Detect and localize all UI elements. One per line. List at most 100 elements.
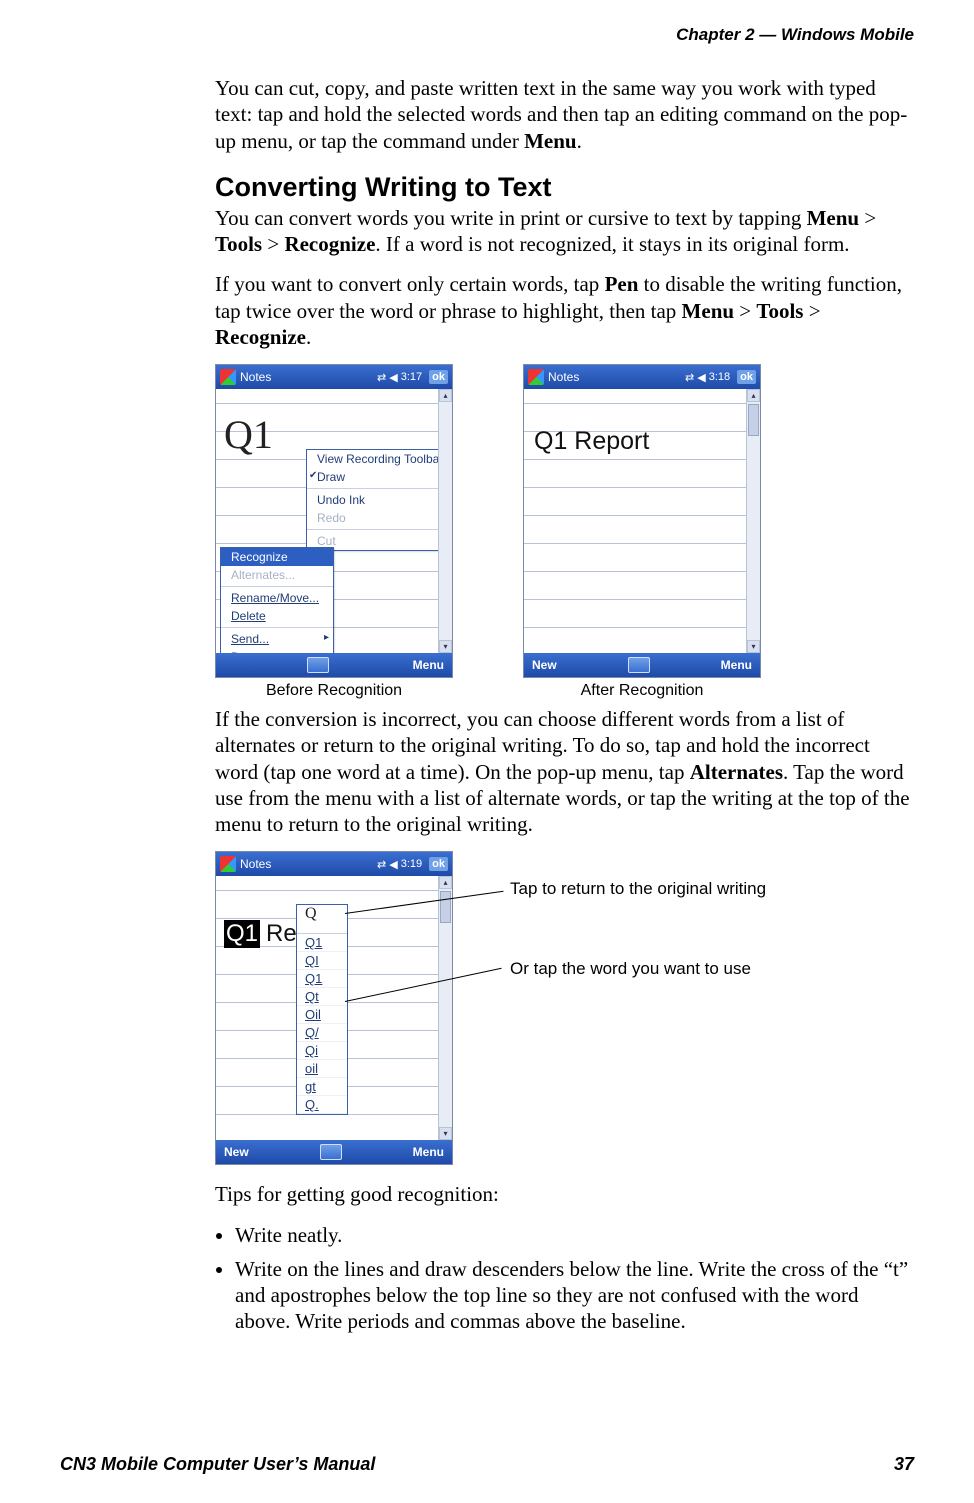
text: > [859, 206, 876, 230]
scrollbar[interactable]: ▴ ▾ [746, 389, 760, 653]
titlebar: Notes ⇄ ◀ 3:17 ok [216, 365, 452, 389]
label: Beam... [231, 650, 272, 653]
scroll-thumb[interactable] [440, 891, 451, 923]
scroll-up-icon[interactable]: ▴ [439, 389, 452, 402]
ok-button[interactable]: ok [429, 370, 448, 384]
bold: Recognize [284, 232, 375, 256]
new-button[interactable]: New [224, 1145, 249, 1159]
text: > [803, 299, 820, 323]
clock: 3:19 [401, 858, 422, 870]
menu-separator [221, 627, 333, 628]
label: Rename/Move... [231, 591, 319, 605]
figure-before: Notes ⇄ ◀ 3:17 ok Q1 [215, 364, 453, 700]
menu-item[interactable]: Beam... [221, 648, 333, 653]
menu-item-recognize[interactable]: Recognize [221, 548, 333, 566]
alt-item[interactable]: Oil [297, 1006, 347, 1024]
note-canvas[interactable]: Q1 Re Q Q1 QI Q1 Qt Oil Q/ Qi oil gt Q. [216, 876, 452, 1140]
keyboard-icon[interactable] [307, 657, 329, 673]
note-canvas[interactable]: Q1 View Recording Toolbar Draw Undo Ink … [216, 389, 452, 653]
scroll-up-icon[interactable]: ▴ [747, 389, 760, 402]
menu-item[interactable]: Draw [307, 468, 439, 486]
bold: Menu [682, 299, 735, 323]
ok-button[interactable]: ok [737, 370, 756, 384]
alt-item[interactable]: Q1 [297, 970, 347, 988]
speaker-icon: ◀ [697, 371, 705, 384]
alt-item[interactable]: QI [297, 952, 347, 970]
clock: 3:17 [401, 371, 422, 383]
menu-separator [221, 586, 333, 587]
text: You can convert words you write in print… [215, 206, 807, 230]
ok-button[interactable]: ok [429, 857, 448, 871]
scroll-down-icon[interactable]: ▾ [747, 640, 760, 653]
alt-item[interactable]: gt [297, 1078, 347, 1096]
signal-icon: ⇄ [377, 371, 386, 384]
scroll-up-icon[interactable]: ▴ [439, 876, 452, 889]
start-flag-icon[interactable] [528, 369, 544, 385]
alt-item[interactable]: Q/ [297, 1024, 347, 1042]
menu-button[interactable]: Menu [413, 658, 444, 672]
tips-intro: Tips for getting good recognition: [215, 1181, 914, 1207]
menu-button[interactable]: Menu [721, 658, 752, 672]
figure-alternates: Notes ⇄ ◀ 3:19 ok Q1 Re Q Q1 [215, 851, 914, 1171]
selected-word[interactable]: Q1 [224, 920, 260, 948]
scroll-down-icon[interactable]: ▾ [439, 640, 452, 653]
handwriting: Q1 [224, 411, 273, 458]
label: Delete [231, 609, 266, 623]
menu-item: Redo [307, 509, 439, 527]
manual-title: CN3 Mobile Computer User’s Manual [60, 1454, 375, 1475]
menu-button[interactable]: Menu [413, 1145, 444, 1159]
menu-item[interactable]: Delete [221, 607, 333, 625]
menu-item[interactable]: View Recording Toolbar [307, 450, 439, 468]
bold: Pen [605, 272, 639, 296]
start-flag-icon[interactable] [220, 856, 236, 872]
content-column: You can cut, copy, and paste written tex… [215, 75, 914, 1335]
figure-row: Notes ⇄ ◀ 3:17 ok Q1 [215, 364, 914, 700]
menu-item[interactable]: Undo Ink [307, 491, 439, 509]
clock: 3:18 [709, 371, 730, 383]
section-heading: Converting Writing to Text [215, 172, 914, 203]
app-title: Notes [240, 370, 271, 384]
paragraph: If you want to convert only certain word… [215, 271, 914, 350]
text: > [734, 299, 756, 323]
alternates-menu: Q Q1 QI Q1 Qt Oil Q/ Qi oil gt Q. [296, 904, 348, 1115]
bottombar: New Menu [524, 653, 760, 677]
callout-text: Or tap the word you want to use [510, 959, 751, 979]
figure-after: Notes ⇄ ◀ 3:18 ok Q1 Report ▴ [523, 364, 761, 700]
original-writing-item[interactable]: Q [297, 905, 347, 934]
keyboard-icon[interactable] [628, 657, 650, 673]
app-title: Notes [240, 857, 271, 871]
menu-item[interactable]: Rename/Move... [221, 589, 333, 607]
speaker-icon: ◀ [389, 371, 397, 384]
list-item: Write on the lines and draw descenders b… [235, 1256, 914, 1335]
tips-list: Write neatly. Write on the lines and dra… [235, 1222, 914, 1335]
device-screenshot: Notes ⇄ ◀ 3:18 ok Q1 Report ▴ [523, 364, 761, 678]
bold: Menu [807, 206, 860, 230]
start-flag-icon[interactable] [220, 369, 236, 385]
figure-caption: Before Recognition [266, 682, 402, 700]
alt-item[interactable]: oil [297, 1060, 347, 1078]
alt-item[interactable]: Q. [297, 1096, 347, 1114]
scrollbar[interactable]: ▴ ▾ [438, 389, 452, 653]
menu-separator [307, 529, 439, 530]
signal-icon: ⇄ [377, 858, 386, 871]
list-item: Write neatly. [235, 1222, 914, 1248]
scrollbar[interactable]: ▴ ▾ [438, 876, 452, 1140]
trailing-text: Re [266, 920, 297, 948]
device-screenshot: Notes ⇄ ◀ 3:19 ok Q1 Re Q Q1 [215, 851, 453, 1165]
callout-text: Tap to return to the original writing [510, 879, 766, 899]
page: Chapter 2 — Windows Mobile You can cut, … [0, 0, 974, 1503]
text: . If a word is not recognized, it stays … [375, 232, 849, 256]
bold: Recognize [215, 325, 306, 349]
new-button[interactable]: New [532, 658, 557, 672]
alt-item[interactable]: Qt [297, 988, 347, 1006]
alt-item[interactable]: Q1 [297, 934, 347, 952]
menu-item[interactable]: Send... [221, 630, 333, 648]
scroll-thumb[interactable] [748, 404, 759, 436]
note-canvas[interactable]: Q1 Report ▴ ▾ [524, 389, 760, 653]
signal-icon: ⇄ [685, 371, 694, 384]
tools-menu: View Recording Toolbar Draw Undo Ink Red… [306, 449, 440, 551]
keyboard-icon[interactable] [320, 1144, 342, 1160]
label: Send... [231, 632, 269, 646]
alt-item[interactable]: Qi [297, 1042, 347, 1060]
scroll-down-icon[interactable]: ▾ [439, 1127, 452, 1140]
